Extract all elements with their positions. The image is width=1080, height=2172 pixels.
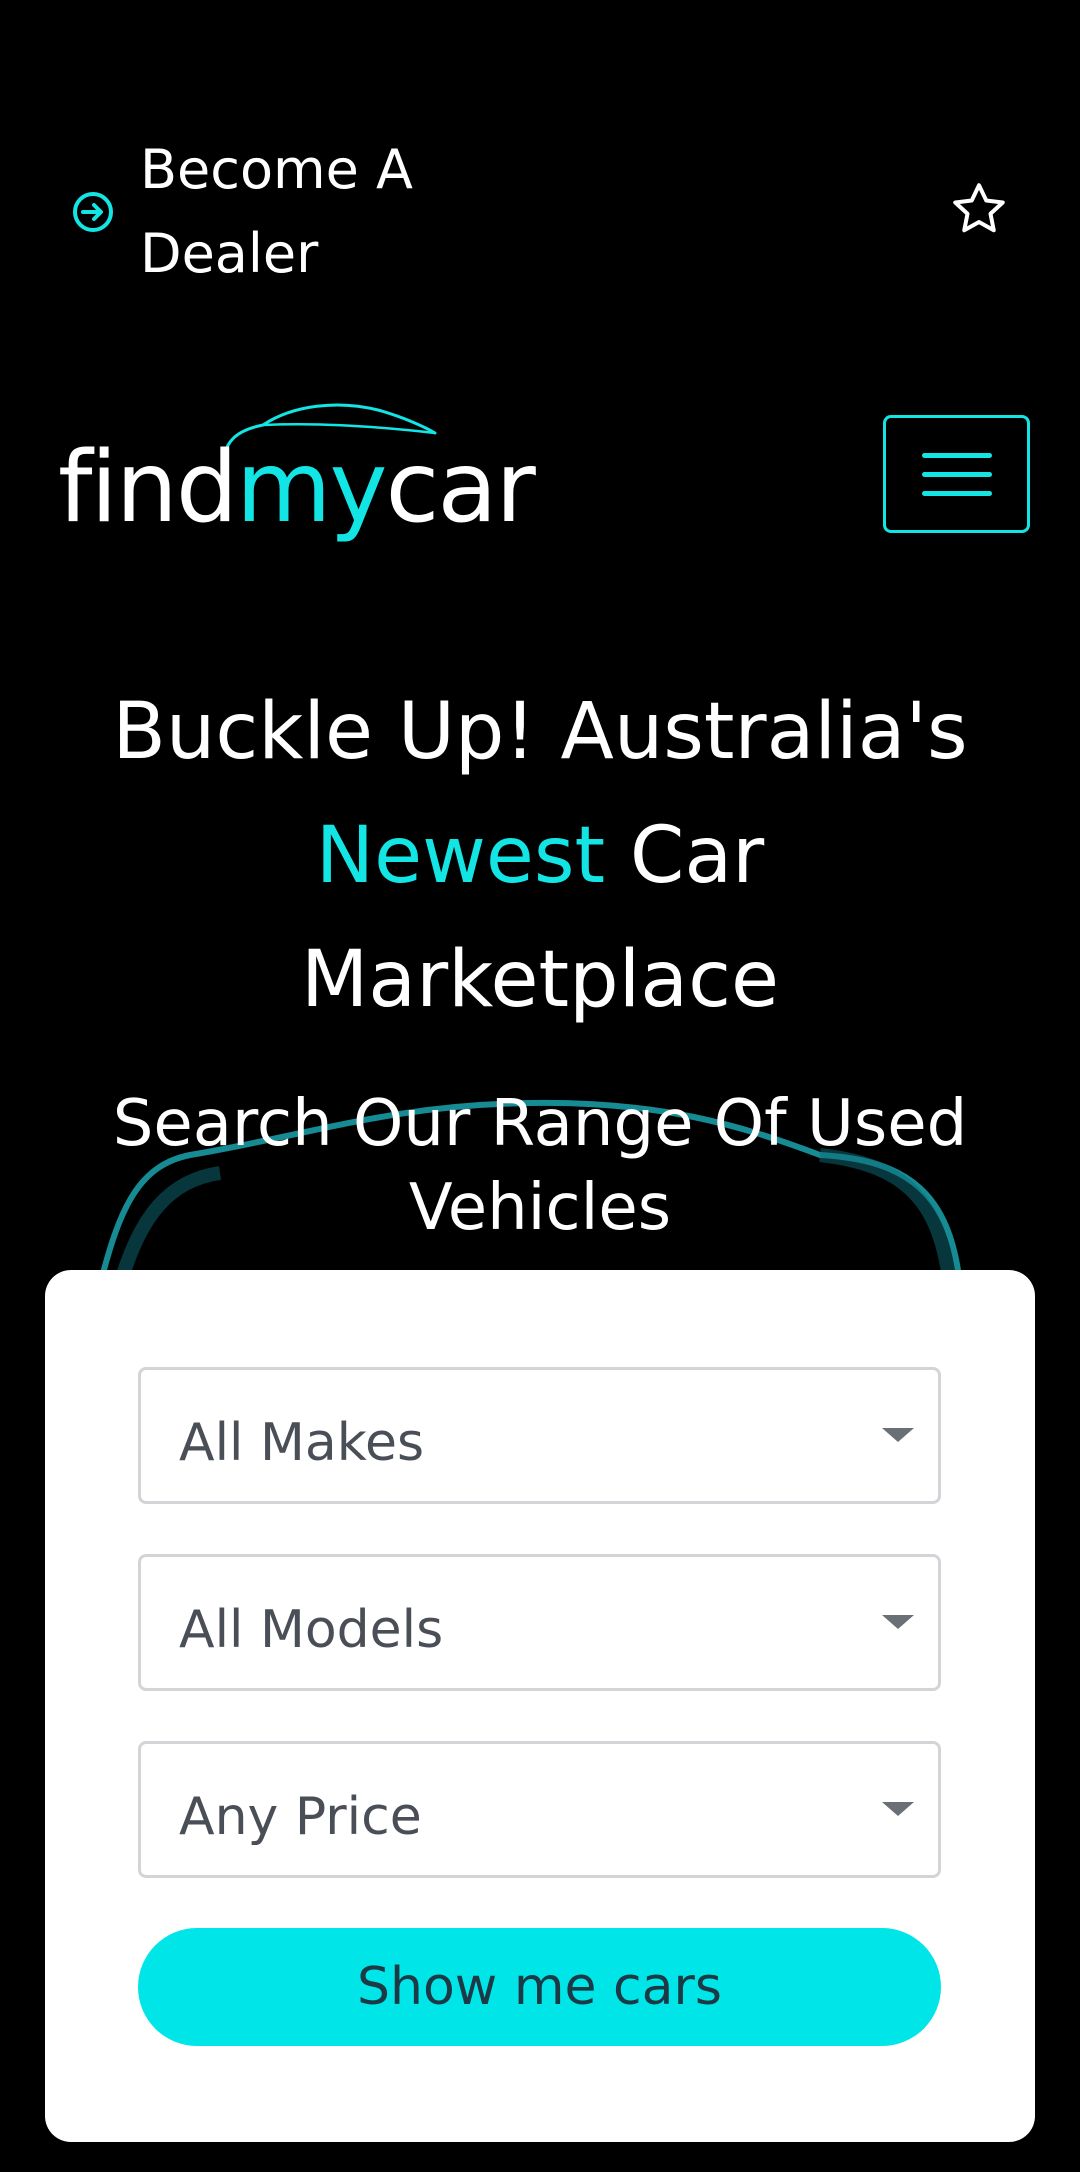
hero-title-line-2: Newest Car (40, 794, 1040, 918)
price-select[interactable]: Any Price (138, 1741, 941, 1878)
top-bar: Become A Dealer (0, 0, 1080, 330)
become-dealer-label: Become A Dealer (140, 138, 413, 285)
price-select-value: Any Price (179, 1787, 422, 1847)
show-me-cars-button[interactable]: Show me cars (138, 1928, 941, 2046)
logo-my: my (236, 431, 387, 545)
hamburger-menu-icon-line-2 (921, 471, 992, 477)
make-select[interactable]: All Makes (138, 1367, 941, 1504)
chevron-down-icon (882, 1802, 914, 1816)
search-card: All Makes All Models Any Price Show me c… (45, 1270, 1035, 2142)
make-select-value: All Makes (179, 1413, 425, 1473)
logo-wordmark: findmycar (58, 431, 536, 545)
chevron-down-icon (882, 1615, 914, 1629)
hero-title: Buckle Up! Australia's Newest Car Market… (40, 670, 1040, 1042)
hero-title-accent: Newest (315, 811, 606, 901)
hamburger-menu-icon (921, 452, 992, 458)
logo-car: car (385, 431, 536, 545)
findmycar-logo[interactable]: findmycar (58, 395, 536, 545)
hero-subtitle: Search Our Range Of Used Vehicles (112, 1087, 968, 1245)
hero-title-line-1: Buckle Up! Australia's (112, 687, 968, 777)
hero-title-line-2-rest: Car (605, 811, 765, 901)
model-select-value: All Models (179, 1600, 444, 1660)
star-icon[interactable] (948, 178, 1010, 240)
model-select[interactable]: All Models (138, 1554, 941, 1691)
hero-title-line-3: Marketplace (301, 935, 779, 1025)
menu-toggle-button[interactable] (883, 415, 1030, 533)
chevron-down-icon (882, 1428, 914, 1442)
hamburger-menu-icon-line-3 (921, 490, 992, 496)
logo-find: find (58, 431, 238, 545)
become-dealer-link[interactable]: Become A Dealer (70, 128, 460, 296)
arrow-right-circle-icon (70, 189, 116, 235)
